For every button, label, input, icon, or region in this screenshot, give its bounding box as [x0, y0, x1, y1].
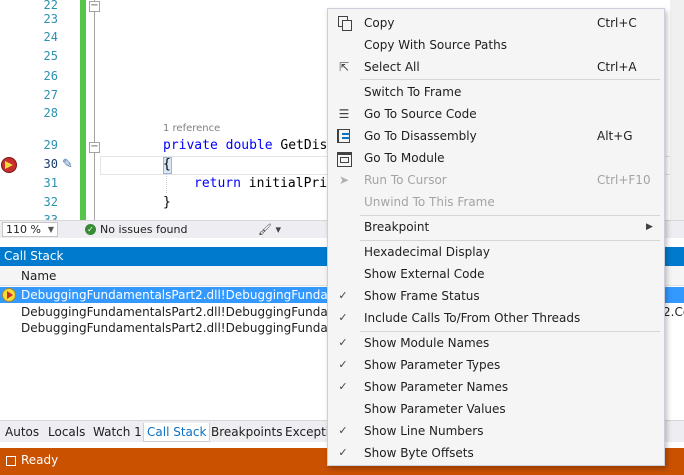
line-number: 31: [43, 176, 58, 190]
line-number: 23: [43, 12, 58, 26]
context-menu: Copy Ctrl+C Copy With Source Paths ⇱ Sel…: [327, 8, 665, 466]
checkmark-icon: ✓: [338, 380, 348, 393]
line-number: 29: [43, 138, 58, 152]
codelens-references[interactable]: 1 reference: [163, 123, 220, 134]
fold-icon[interactable]: −: [89, 1, 100, 12]
line-number: 30: [43, 157, 58, 171]
menu-item-include-calls-other-threads[interactable]: ✓ Include Calls To/From Other Threads: [328, 307, 664, 329]
indent-guide: [166, 174, 167, 193]
code-keyword: return: [194, 176, 241, 191]
menu-item-show-frame-status[interactable]: ✓ Show Frame Status: [328, 285, 664, 307]
line-number: 32: [43, 195, 58, 209]
run-to-cursor-icon: ➤: [338, 173, 350, 187]
frame-name: DebuggingFundamentalsPart2.dll!Debugging…: [21, 321, 367, 335]
code-text: {: [163, 157, 171, 172]
checkmark-icon: ✓: [338, 424, 348, 437]
tab-call-stack[interactable]: Call Stack: [143, 423, 211, 442]
code-keywords: private double: [163, 138, 273, 153]
frame-name: DebuggingFundamentalsPart2.dll!Debugging…: [21, 305, 367, 319]
editor-vertical-scrollbar[interactable]: [670, 0, 684, 220]
fold-icon[interactable]: −: [89, 142, 100, 153]
go-to-source-icon: ☰: [338, 107, 350, 121]
code-cleanup-dropdown[interactable]: 🖌 ▾: [258, 222, 281, 237]
line-number: 28: [43, 106, 58, 120]
status-text: Ready: [21, 453, 59, 467]
menu-item-show-module-names[interactable]: ✓ Show Module Names: [328, 332, 664, 354]
chevron-down-icon: ▼: [47, 225, 54, 234]
checkmark-icon: ✓: [338, 289, 348, 302]
menu-item-switch-to-frame[interactable]: Switch To Frame: [328, 81, 664, 103]
tab-breakpoints[interactable]: Breakpoints: [208, 423, 285, 442]
menu-item-copy[interactable]: Copy Ctrl+C: [328, 12, 664, 34]
current-frame-arrow-icon: [2, 288, 16, 302]
menu-item-go-to-disassembly[interactable]: Go To Disassembly Alt+G: [328, 125, 664, 147]
menu-item-breakpoint[interactable]: Breakpoint ▶: [328, 216, 664, 238]
checkmark-icon: ✓: [338, 336, 348, 349]
menu-item-show-parameter-names[interactable]: ✓ Show Parameter Names: [328, 376, 664, 398]
tab-watch-1[interactable]: Watch 1: [90, 423, 145, 442]
module-icon: [337, 151, 352, 167]
tab-autos[interactable]: Autos: [2, 423, 42, 442]
menu-item-go-to-source-code[interactable]: ☰ Go To Source Code: [328, 103, 664, 125]
code-text: GetDis: [272, 138, 328, 153]
issues-status[interactable]: No issues found: [100, 223, 187, 237]
tab-locals[interactable]: Locals: [45, 423, 88, 442]
copy-icon: [337, 16, 352, 31]
checkmark-icon: ✓: [338, 311, 348, 324]
menu-item-show-line-numbers[interactable]: ✓ Show Line Numbers: [328, 420, 664, 442]
line-number: 26: [43, 69, 58, 83]
code-text: initialPri: [240, 176, 328, 191]
disassembly-icon: [337, 129, 351, 143]
menu-item-hexadecimal-display[interactable]: Hexadecimal Display: [328, 241, 664, 263]
menu-item-unwind-to-this-frame[interactable]: Unwind To This Frame: [328, 191, 664, 213]
code-text: }: [163, 195, 171, 210]
line-number: 25: [43, 49, 58, 63]
line-number: 24: [43, 30, 58, 44]
checkmark-icon: ✓: [338, 446, 348, 459]
menu-separator: [360, 79, 660, 80]
menu-item-run-to-cursor[interactable]: ➤ Run To Cursor Ctrl+F10: [328, 169, 664, 191]
menu-item-copy-with-source-paths[interactable]: Copy With Source Paths: [328, 34, 664, 56]
frame-name: DebuggingFundamentalsPart2.dll!Debugging…: [21, 288, 367, 302]
frame-name-tail: 2.Co: [663, 305, 684, 319]
line-number: 33: [43, 213, 58, 220]
submenu-arrow-icon: ▶: [646, 222, 653, 232]
menu-item-show-byte-offsets[interactable]: ✓ Show Byte Offsets: [328, 442, 664, 464]
zoom-dropdown[interactable]: 110 % ▼: [2, 222, 58, 237]
menu-item-select-all[interactable]: ⇱ Select All Ctrl+A: [328, 56, 664, 78]
menu-item-go-to-module[interactable]: Go To Module: [328, 147, 664, 169]
check-circle-icon: ✓: [85, 224, 96, 235]
menu-item-show-parameter-types[interactable]: ✓ Show Parameter Types: [328, 354, 664, 376]
column-name[interactable]: Name: [21, 269, 56, 283]
menu-item-show-parameter-values[interactable]: Show Parameter Values: [328, 398, 664, 420]
zoom-value: 110 %: [6, 223, 41, 236]
line-number: 27: [43, 88, 58, 102]
select-all-cursor-icon: ⇱: [338, 60, 350, 74]
checkmark-icon: ✓: [338, 358, 348, 371]
menu-item-show-external-code[interactable]: Show External Code: [328, 263, 664, 285]
ready-icon: [6, 456, 16, 466]
